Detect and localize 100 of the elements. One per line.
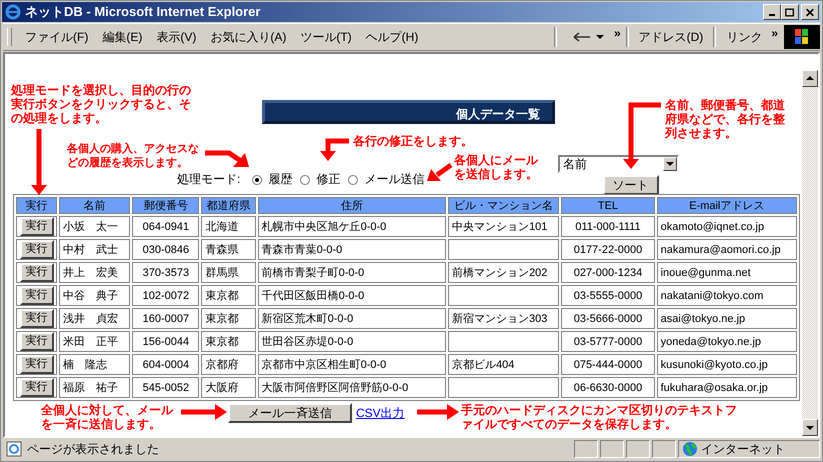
table-cell: 中村 武士 — [63, 244, 118, 256]
table-cell: fukuhara@osaka.or.jp — [660, 382, 768, 394]
table-cell: 新宿マンション303 — [452, 313, 548, 325]
maximize-button[interactable] — [781, 4, 799, 20]
sort-button[interactable]: ソート — [602, 175, 658, 195]
down-arrow-icon — [806, 425, 814, 430]
run-button[interactable]: 実行 — [20, 286, 54, 305]
radio-button[interactable] — [348, 174, 358, 184]
table-cell: 06-6630-0000 — [574, 382, 642, 394]
status-text: ページが表示されました — [27, 440, 160, 458]
table-cell: 群馬県 — [205, 267, 238, 279]
table-cell: nakamura@aomori.co.jp — [660, 244, 781, 256]
address-label[interactable]: アドレス(D) — [632, 28, 710, 46]
table-cell: 新宿区荒木町0-0-0 — [262, 313, 354, 325]
annotation-text: 処理モードを選択し、目的の行の実行ボタンをクリックすると、その処理をします。 — [11, 83, 192, 125]
toolbar-chevron[interactable]: » — [612, 26, 623, 40]
back-arrow-icon[interactable] — [572, 30, 592, 44]
table-cell: 中谷 典子 — [63, 290, 118, 302]
column-header: ビル・マンション名 — [448, 197, 560, 214]
zone-text: インターネット — [701, 440, 785, 458]
column-header: 郵便番号 — [132, 197, 200, 214]
callout-arrow — [205, 150, 249, 167]
table-cell: 中央マンション101 — [452, 221, 548, 233]
caret-icon[interactable] — [596, 34, 604, 40]
column-header: 実行 — [16, 197, 58, 214]
radio-button[interactable] — [252, 174, 262, 184]
table-cell: 156-0044 — [142, 336, 190, 348]
links-chevron[interactable]: » — [769, 26, 780, 40]
status-panel — [626, 440, 650, 458]
windows-flag-icon — [784, 25, 820, 49]
radio-button[interactable] — [300, 174, 310, 184]
table-cell: 前橋市青梨子町0-0-0 — [262, 267, 364, 279]
mode-label: 処理モード: — [177, 171, 240, 188]
sort-select[interactable]: 名前 — [558, 155, 679, 173]
run-button[interactable]: 実行 — [20, 309, 54, 328]
table-cell: 井上 宏美 — [63, 267, 118, 279]
browser-icon — [5, 4, 21, 20]
table-cell: 前橋マンション202 — [452, 267, 548, 279]
table-cell: 世田谷区赤堤0-0-0 — [262, 336, 354, 348]
minimize-icon — [769, 14, 775, 16]
radio-label[interactable]: メール送信 — [364, 171, 424, 188]
csv-link[interactable]: CSV出力 — [356, 404, 405, 422]
table-cell: 03-5777-0000 — [574, 336, 642, 348]
run-button[interactable]: 実行 — [20, 378, 54, 397]
table-cell: 北海道 — [205, 221, 238, 233]
close-button[interactable] — [801, 4, 819, 20]
run-button[interactable]: 実行 — [20, 332, 54, 351]
table-cell: 東京都 — [205, 313, 238, 325]
annotation-text: 手元のハードディスクにカンマ区切りのテキストファイルですべてのデータを保存します。 — [461, 403, 738, 431]
callout-arrow — [181, 404, 227, 420]
run-button[interactable]: 実行 — [20, 240, 54, 259]
up-arrow-icon — [806, 76, 814, 81]
table-cell: inoue@gunma.net — [660, 266, 751, 278]
menu-item[interactable]: 編集(E) — [95, 28, 150, 46]
menu-item[interactable]: ツール(T) — [293, 28, 359, 46]
scroll-down-button[interactable] — [802, 419, 818, 436]
column-header: TEL — [561, 197, 655, 214]
links-label[interactable]: リンク — [719, 28, 770, 46]
table-cell: 03-5666-0000 — [574, 312, 642, 324]
table-cell: kusunoki@kyoto.co.jp — [660, 358, 768, 370]
table-cell: 102-0072 — [142, 290, 190, 302]
table-cell: 075-444-0000 — [574, 358, 642, 370]
mail-all-button[interactable]: メール一斉送信 — [228, 403, 352, 423]
table-cell: okamoto@iqnet.co.jp — [660, 220, 764, 232]
annotation-text: 各個人にメールを送信します。 — [454, 153, 540, 181]
table-cell: 大阪府 — [205, 382, 238, 394]
status-panel — [574, 440, 598, 458]
callout-arrow — [31, 129, 47, 195]
scroll-up-button[interactable] — [802, 70, 818, 87]
run-button[interactable]: 実行 — [20, 355, 54, 374]
table-cell: 京都市中京区相生町0-0-0 — [262, 359, 386, 371]
table-cell: 青森市青葉0-0-0 — [262, 244, 342, 256]
table-cell: 京都ビル404 — [452, 359, 514, 371]
callout-arrow — [417, 404, 459, 420]
table-cell: 027-000-1234 — [574, 266, 642, 278]
window-title: ネットDB - Microsoft Internet Explorer — [25, 3, 260, 21]
run-button[interactable]: 実行 — [20, 263, 54, 282]
table-cell: nakatani@tokyo.com — [660, 290, 764, 302]
table-cell: 064-0941 — [142, 220, 190, 232]
radio-label[interactable]: 履歴 — [268, 171, 292, 188]
menu-item[interactable]: お気に入り(A) — [203, 28, 294, 46]
menu-item[interactable]: ヘルプ(H) — [358, 28, 426, 46]
table-cell: 東京都 — [205, 336, 238, 348]
table-cell: 030-0846 — [142, 244, 190, 256]
menu-item[interactable]: 表示(V) — [149, 28, 204, 46]
table-cell: asai@tokyo.ne.jp — [660, 312, 746, 324]
table-cell: 03-5555-0000 — [574, 290, 642, 302]
column-header: 住所 — [258, 197, 446, 214]
table-cell: 福原 祐子 — [63, 382, 118, 394]
table-cell: yoneda@tokyo.ne.jp — [660, 336, 762, 348]
annotation-text: 全個人に対して、メールを一斉に送信します。 — [41, 403, 174, 431]
minimize-button[interactable] — [763, 4, 781, 20]
column-header: E-mailアドレス — [656, 197, 797, 214]
radio-label[interactable]: 修正 — [316, 171, 340, 188]
table-cell: 札幌市中央区旭ケ丘0-0-0 — [262, 221, 386, 233]
table-cell: 370-3573 — [142, 266, 190, 278]
menu-item[interactable]: ファイル(F) — [18, 28, 96, 46]
run-button[interactable]: 実行 — [20, 217, 54, 236]
callout-arrow — [623, 102, 661, 169]
table-cell: 小坂 太一 — [63, 221, 118, 233]
